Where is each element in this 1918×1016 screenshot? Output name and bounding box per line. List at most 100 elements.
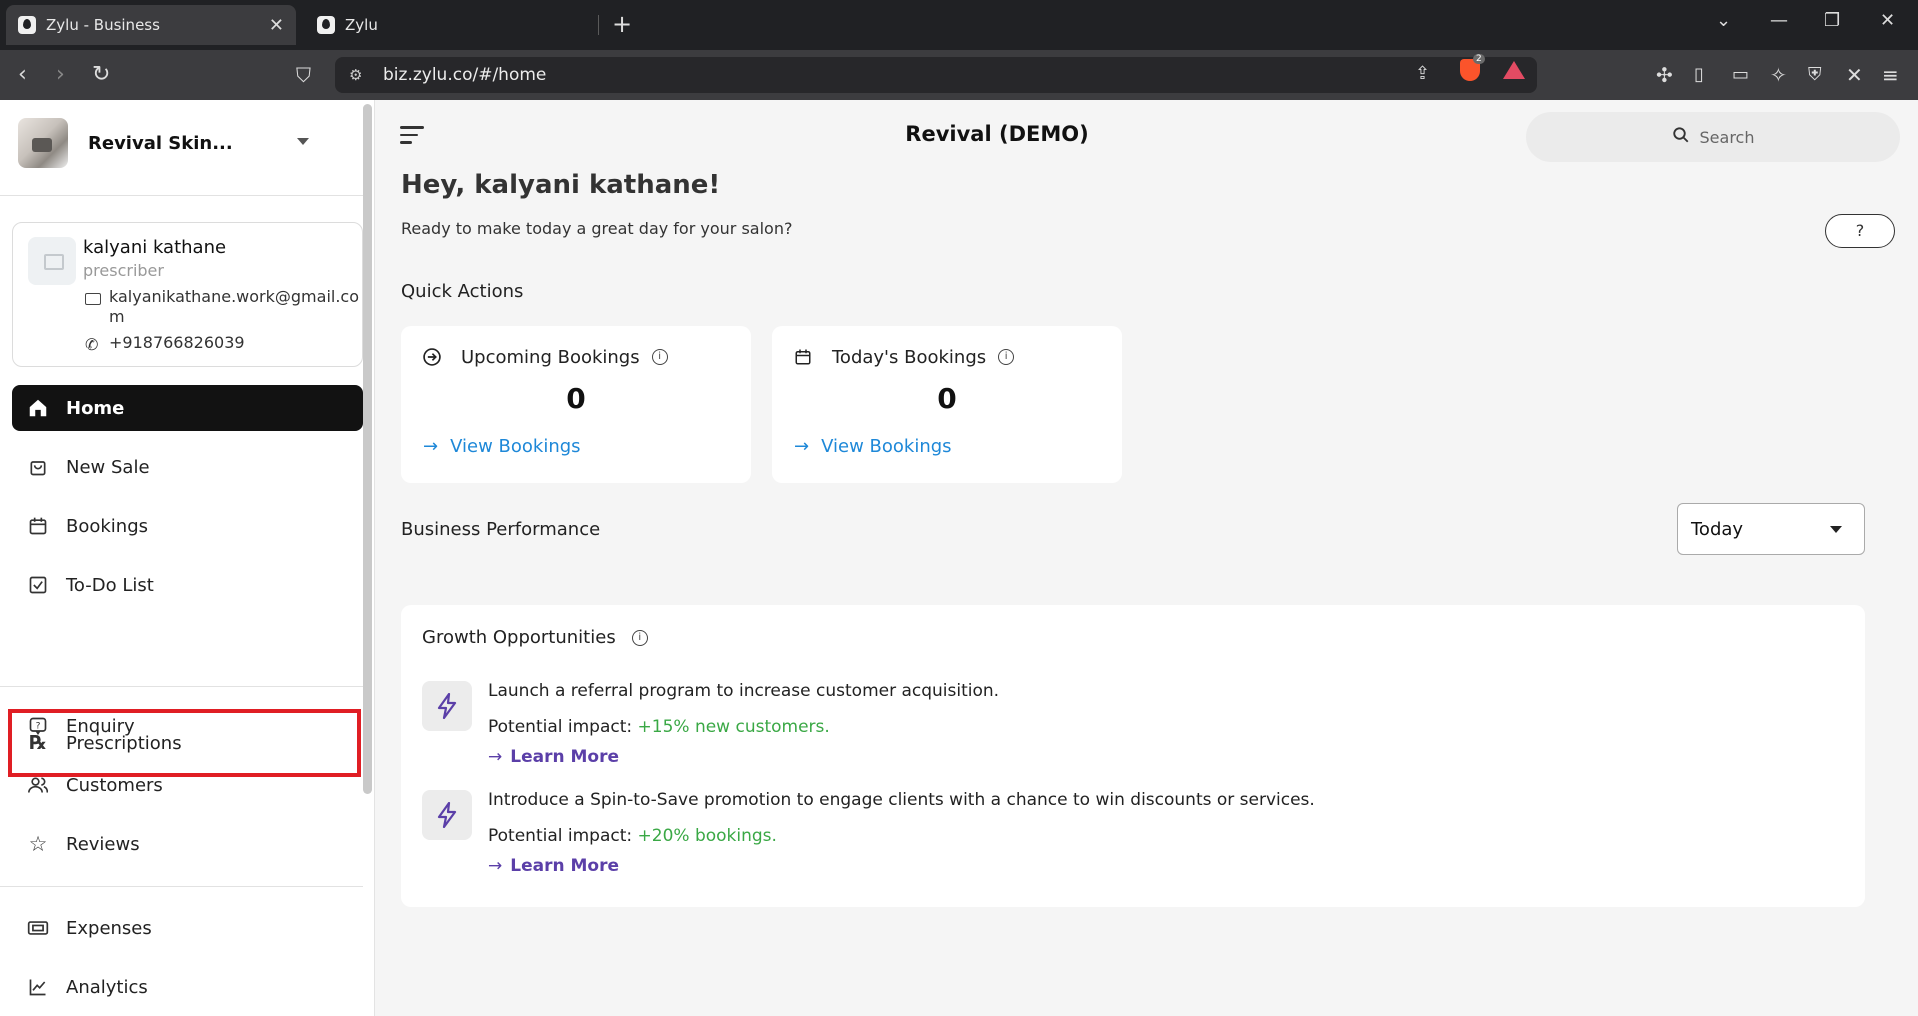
business-switcher[interactable]: Revival Skin... xyxy=(18,118,233,168)
divider xyxy=(0,886,363,887)
close-tab-icon[interactable]: ✕ xyxy=(269,15,284,36)
view-bookings-link[interactable]: → View Bookings xyxy=(794,436,952,457)
calendar-icon xyxy=(26,514,50,538)
greeting-title: Hey, kalyani kathane! xyxy=(401,170,721,200)
extensions-icon[interactable]: ✣ xyxy=(1656,63,1673,87)
sidebar-item-todo[interactable]: To-Do List xyxy=(12,562,363,608)
checkbox-icon xyxy=(26,573,50,597)
restore-icon[interactable]: ❐ xyxy=(1824,10,1840,31)
sidebar-item-reviews[interactable]: ☆ Reviews xyxy=(12,821,363,867)
sidebar-item-label: Home xyxy=(66,397,125,419)
search-icon xyxy=(1672,126,1690,149)
vpn-shield-icon[interactable]: ⛨ xyxy=(1808,63,1822,87)
growth-title: Growth Opportunities xyxy=(422,627,616,648)
sidebar-item-label: Enquiry xyxy=(66,715,135,737)
opportunity-impact: Potential impact: +20% bookings. xyxy=(488,826,777,846)
url-text: biz.zylu.co/#/home xyxy=(383,65,547,85)
browser-toolbar: ‹ › ↻ ⛉ ⚙ biz.zylu.co/#/home ⇪ 2 ✣ ▯ ▭ ✧… xyxy=(0,50,1918,100)
impact-label: Potential impact: xyxy=(488,717,638,737)
info-icon[interactable]: i xyxy=(998,349,1015,365)
tab-list-chevron-icon[interactable]: ⌄ xyxy=(1716,10,1731,31)
link-label: Learn More xyxy=(510,856,619,876)
browser-menu-icon[interactable]: ≡ xyxy=(1882,63,1899,87)
sidebar-item-enquiry[interactable]: ? Enquiry xyxy=(12,703,363,749)
sidebar-item-home[interactable]: Home xyxy=(12,385,363,431)
period-select[interactable]: Today xyxy=(1677,503,1865,555)
link-label: View Bookings xyxy=(821,436,952,457)
sidebar-item-analytics[interactable]: Analytics xyxy=(12,964,363,1010)
arrow-circle-icon xyxy=(421,346,443,368)
link-label: View Bookings xyxy=(450,436,581,457)
shopping-bag-icon xyxy=(26,455,50,479)
site-info-icon[interactable]: ⚙ xyxy=(349,66,362,84)
chart-line-icon xyxy=(26,975,50,999)
brave-rewards-icon[interactable] xyxy=(1503,61,1525,79)
lightning-icon xyxy=(422,790,472,840)
sidebar-item-bookings[interactable]: Bookings xyxy=(12,503,363,549)
profile-role: prescriber xyxy=(83,261,164,280)
arrow-right-icon: → xyxy=(794,436,810,457)
share-icon[interactable]: ⇪ xyxy=(1415,62,1430,86)
sidebar-item-customers[interactable]: Customers xyxy=(12,762,363,808)
divider xyxy=(0,195,363,196)
profile-email: kalyanikathane.work@gmail.com xyxy=(109,287,359,326)
sidebar-item-label: Customers xyxy=(66,774,163,796)
bookmark-icon[interactable]: ⛉ xyxy=(296,63,311,87)
reload-icon[interactable]: ↻ xyxy=(92,63,110,87)
chevron-down-icon[interactable] xyxy=(297,138,309,145)
browser-tab-active[interactable]: Zylu - Business ✕ xyxy=(6,5,296,45)
sidebar-item-expenses[interactable]: Expenses xyxy=(12,905,363,951)
opportunity-text: Introduce a Spin-to-Save promotion to en… xyxy=(488,790,1315,810)
todays-bookings-card: Today's Bookings i 0 → View Bookings xyxy=(772,326,1122,483)
window-close-icon[interactable]: ✕ xyxy=(1880,10,1895,31)
sidebar-scrollbar[interactable] xyxy=(363,104,372,794)
business-name: Revival Skin... xyxy=(88,132,233,154)
leo-ai-icon[interactable]: ✧ xyxy=(1770,63,1787,87)
tab-separator xyxy=(598,15,599,35)
minimize-icon[interactable]: — xyxy=(1770,10,1788,31)
quick-actions-label: Quick Actions xyxy=(401,281,524,302)
tab-title: Zylu xyxy=(345,16,378,34)
sidebar-item-label: Reviews xyxy=(66,833,140,855)
greeting-subtitle: Ready to make today a great day for your… xyxy=(401,219,793,238)
address-bar[interactable]: ⚙ biz.zylu.co/#/home ⇪ xyxy=(335,57,1537,93)
back-icon[interactable]: ‹ xyxy=(18,63,27,87)
opportunity-impact: Potential impact: +15% new customers. xyxy=(488,717,830,737)
wallet-icon[interactable]: ▭ xyxy=(1732,63,1749,87)
view-bookings-link[interactable]: → View Bookings xyxy=(423,436,581,457)
link-label: Learn More xyxy=(510,747,619,767)
sidebar-item-new-sale[interactable]: New Sale xyxy=(12,444,363,490)
card-title: Upcoming Bookings xyxy=(461,346,640,368)
card-title: Today's Bookings xyxy=(832,346,987,368)
profile-avatar xyxy=(28,237,76,285)
info-icon[interactable]: i xyxy=(651,349,668,365)
impact-value: +20% bookings. xyxy=(637,826,777,846)
learn-more-link[interactable]: → Learn More xyxy=(488,856,619,876)
arrow-right-icon: → xyxy=(488,747,503,767)
sidebar-item-label: Expenses xyxy=(66,917,152,939)
impact-label: Potential impact: xyxy=(488,826,638,846)
phone-icon: ✆ xyxy=(85,335,99,354)
arrow-right-icon: → xyxy=(423,436,439,457)
business-logo xyxy=(18,118,68,168)
period-value: Today xyxy=(1691,518,1744,540)
sidebar: Revival Skin... kalyani kathane prescrib… xyxy=(0,100,375,1016)
new-tab-icon[interactable]: + xyxy=(612,10,632,38)
card-value: 0 xyxy=(937,382,957,415)
wallet-icon xyxy=(26,916,50,940)
sidebar-item-label: Analytics xyxy=(66,976,148,998)
users-icon xyxy=(26,773,50,797)
info-icon[interactable]: i xyxy=(631,629,648,646)
calendar-icon xyxy=(792,346,814,368)
help-button[interactable]: ? xyxy=(1825,214,1895,248)
tools-icon[interactable]: ✕ xyxy=(1846,63,1863,87)
arrow-right-icon: → xyxy=(488,856,503,876)
mail-icon xyxy=(85,293,101,305)
learn-more-link[interactable]: → Learn More xyxy=(488,747,619,767)
sidebar-toggle-icon[interactable]: ▯ xyxy=(1694,63,1704,87)
sidebar-item-label: To-Do List xyxy=(66,574,154,596)
search-input[interactable]: Search xyxy=(1526,112,1900,162)
browser-tab[interactable]: Zylu xyxy=(305,5,597,45)
forward-icon[interactable]: › xyxy=(56,63,65,87)
star-icon: ☆ xyxy=(28,832,48,856)
